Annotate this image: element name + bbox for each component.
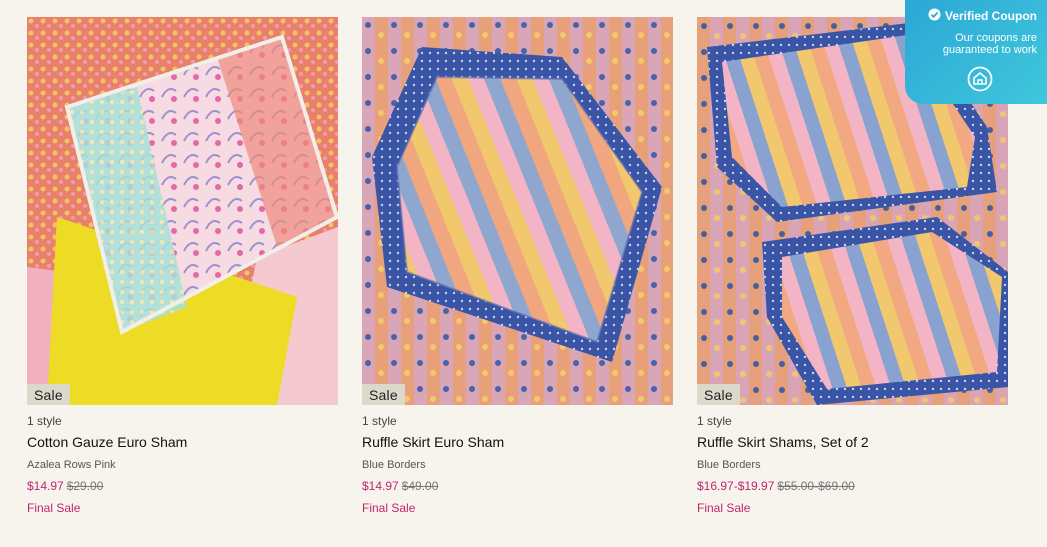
- price-row: $14.97 $49.00: [362, 479, 673, 493]
- verified-coupon-widget[interactable]: Verified Coupon Our coupons are guarante…: [905, 0, 1047, 104]
- coupon-title: Verified Coupon: [944, 9, 1037, 23]
- product-card[interactable]: Sale 1 style Ruffle Skirt Euro Sham Blue…: [362, 17, 673, 515]
- price-row: $14.97 $29.00: [27, 479, 338, 493]
- coupon-line-1: Our coupons are: [955, 32, 1037, 44]
- original-price: $29.00: [66, 479, 104, 493]
- final-sale-label: Final Sale: [27, 501, 81, 515]
- product-color: Azalea Rows Pink: [27, 459, 116, 471]
- final-sale-label: Final Sale: [697, 501, 751, 515]
- product-image[interactable]: Sale: [27, 17, 338, 405]
- pillow-photo: [362, 17, 673, 405]
- pillow-photo: [27, 17, 338, 405]
- sale-badge: Sale: [697, 384, 740, 405]
- style-count: 1 style: [362, 414, 397, 428]
- coupon-header: Verified Coupon: [915, 8, 1037, 24]
- sale-price: $14.97: [27, 479, 64, 493]
- sale-badge: Sale: [27, 384, 70, 405]
- coupon-line-2: guaranteed to work: [942, 44, 1037, 56]
- product-color: Blue Borders: [697, 459, 761, 471]
- style-count: 1 style: [697, 414, 732, 428]
- price-row: $16.97-$19.97 $55.00-$69.00: [697, 479, 1008, 493]
- product-image[interactable]: Sale: [362, 17, 673, 405]
- original-price: $55.00-$69.00: [777, 479, 855, 493]
- product-color: Blue Borders: [362, 459, 426, 471]
- sale-price: $14.97: [362, 479, 399, 493]
- final-sale-label: Final Sale: [362, 501, 416, 515]
- style-count: 1 style: [27, 414, 62, 428]
- product-title[interactable]: Ruffle Skirt Euro Sham: [362, 434, 673, 450]
- sale-price: $16.97-$19.97: [697, 479, 775, 493]
- product-title[interactable]: Cotton Gauze Euro Sham: [27, 434, 338, 450]
- check-circle-icon: [928, 8, 941, 24]
- product-title[interactable]: Ruffle Skirt Shams, Set of 2: [697, 434, 1008, 450]
- coupon-logo-icon[interactable]: [967, 66, 993, 97]
- original-price: $49.00: [401, 479, 439, 493]
- product-card[interactable]: Sale 1 style Cotton Gauze Euro Sham Azal…: [27, 17, 338, 515]
- sale-badge: Sale: [362, 384, 405, 405]
- product-grid: Sale 1 style Cotton Gauze Euro Sham Azal…: [27, 17, 1008, 515]
- coupon-subtitle: Our coupons are guaranteed to work: [915, 32, 1037, 56]
